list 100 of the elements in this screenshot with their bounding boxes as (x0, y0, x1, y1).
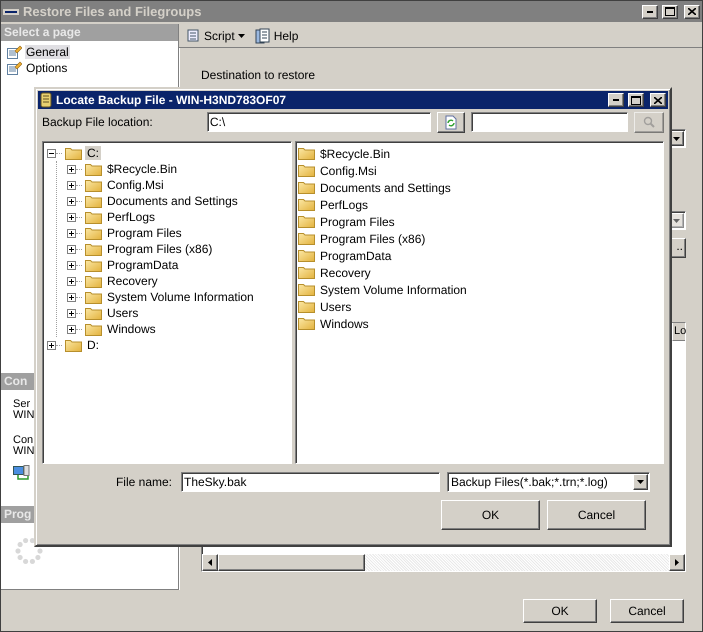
file-item[interactable]: PerfLogs (318, 198, 370, 212)
folder-icon (85, 162, 102, 176)
folder-icon (85, 226, 102, 240)
tree-item[interactable]: D: (85, 338, 101, 352)
tree-item[interactable]: Documents and Settings (105, 194, 240, 208)
location-field[interactable]: C:\ (206, 112, 432, 132)
help-icon (254, 28, 271, 44)
close-button[interactable] (684, 4, 700, 18)
expand-icon[interactable] (67, 196, 76, 206)
tree-item[interactable]: Config.Msi (105, 178, 166, 192)
dialog-title: Locate Backup File - WIN-H3ND783OF07 (56, 93, 288, 107)
window-icon (3, 8, 19, 16)
file-item[interactable]: Config.Msi (318, 164, 379, 178)
expand-icon[interactable] (67, 260, 76, 270)
folder-icon (85, 322, 102, 336)
folder-icon (298, 198, 315, 211)
cancel-button[interactable]: Cancel (610, 598, 684, 622)
maximize-icon (631, 96, 641, 104)
scrollbar-thumb[interactable] (218, 554, 365, 571)
file-item[interactable]: ProgramData (318, 248, 394, 262)
section-header: Select a page (1, 24, 178, 41)
computer-icon (13, 465, 31, 481)
minimize-button[interactable] (642, 4, 658, 18)
file-name-field[interactable]: TheSky.bak (181, 472, 440, 492)
folder-icon (85, 178, 102, 192)
file-item[interactable]: Recovery (318, 266, 373, 280)
maximize-button[interactable] (662, 4, 678, 18)
tree-item[interactable]: PerfLogs (105, 210, 158, 224)
left-arrow-icon (208, 559, 212, 566)
tree-item[interactable]: Windows (105, 322, 158, 336)
search-field[interactable] (471, 112, 628, 132)
folder-icon (298, 147, 315, 160)
search-button[interactable] (634, 112, 664, 132)
file-type-dropdown[interactable]: Backup Files(*.bak;*.trn;*.log) (447, 472, 650, 492)
page-icon (7, 61, 22, 75)
help-button[interactable]: Help (252, 26, 300, 46)
connection-text: Ser (13, 399, 32, 410)
field-label: Backup File location: (42, 115, 154, 129)
ok-button[interactable]: OK (523, 598, 597, 622)
folder-icon (298, 215, 315, 228)
tree-item[interactable]: ProgramData (105, 258, 180, 272)
folder-icon (85, 194, 102, 208)
expand-icon[interactable] (67, 228, 76, 238)
folder-icon (298, 232, 315, 245)
refresh-button[interactable] (437, 112, 466, 132)
search-icon (643, 116, 656, 128)
tree-item[interactable]: $Recycle.Bin (105, 162, 180, 176)
folder-icon (298, 249, 315, 262)
page-item[interactable]: General (25, 45, 70, 59)
scroll-right-button[interactable] (669, 554, 685, 571)
folder-icon (85, 290, 102, 304)
folder-icon (85, 306, 102, 320)
expand-icon[interactable] (67, 180, 76, 190)
close-button[interactable] (650, 93, 666, 107)
cancel-button[interactable]: Cancel (547, 500, 646, 530)
close-icon (654, 96, 662, 104)
expand-icon[interactable] (67, 164, 76, 174)
folder-icon (85, 242, 102, 256)
folder-icon (298, 266, 315, 279)
close-icon (688, 8, 696, 15)
tree-item[interactable]: C: (85, 146, 101, 160)
folder-icon (298, 283, 315, 296)
file-item[interactable]: Program Files (318, 214, 397, 228)
tree-item[interactable]: Recovery (105, 274, 160, 288)
expand-icon[interactable] (47, 340, 56, 350)
tree-item[interactable]: Users (105, 306, 140, 320)
window-title: Restore Files and Filegroups (23, 4, 202, 19)
ok-button[interactable]: OK (441, 500, 540, 530)
field-label: File name: (114, 475, 172, 489)
tree-item[interactable]: Program Files (105, 226, 184, 240)
script-dropdown[interactable]: Script (183, 26, 247, 46)
expand-icon[interactable] (67, 276, 76, 286)
tree-item[interactable]: Program Files (x86) (105, 242, 214, 256)
page-item[interactable]: Options (25, 61, 68, 75)
expand-icon[interactable] (67, 308, 76, 318)
minimize-icon (647, 10, 653, 12)
minimize-button[interactable] (608, 93, 624, 107)
maximize-button[interactable] (628, 93, 644, 107)
connection-text: Con (13, 435, 34, 446)
file-item[interactable]: System Volume Information (318, 282, 469, 296)
file-item[interactable]: Windows (318, 316, 371, 330)
collapse-icon[interactable] (47, 148, 56, 158)
minimize-icon (613, 99, 619, 101)
scroll-left-button[interactable] (202, 554, 218, 571)
caret-icon (637, 480, 644, 484)
folder-icon (85, 258, 102, 272)
expand-icon[interactable] (67, 292, 76, 302)
file-item[interactable]: Program Files (x86) (318, 232, 428, 246)
caret-icon (673, 136, 680, 140)
file-item[interactable]: Documents and Settings (318, 180, 453, 194)
expand-icon[interactable] (67, 212, 76, 222)
file-item[interactable]: Users (318, 300, 354, 314)
expand-icon[interactable] (67, 324, 76, 334)
tree-item[interactable]: System Volume Information (105, 290, 256, 304)
caret-icon (673, 218, 680, 222)
maximize-icon (665, 7, 675, 16)
file-item[interactable]: $Recycle.Bin (318, 146, 392, 160)
connection-text: WIN (13, 410, 36, 421)
column-header: Lo (672, 323, 685, 341)
expand-icon[interactable] (67, 244, 76, 254)
